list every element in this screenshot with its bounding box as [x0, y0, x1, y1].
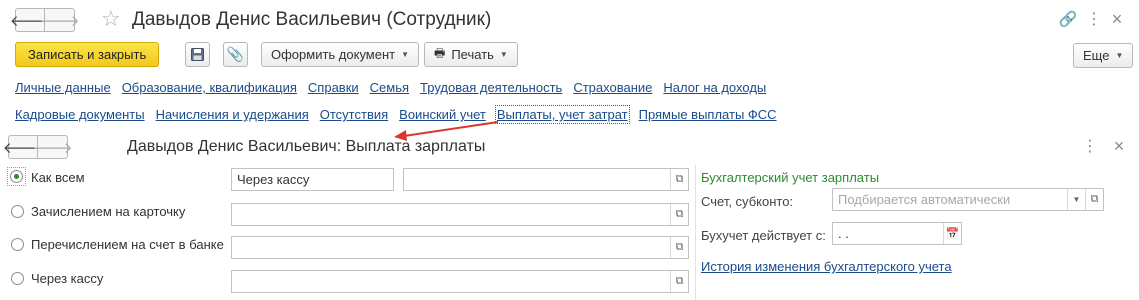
window-nav: 🡐 🡒 [10, 8, 80, 32]
payment-method-value: Через кассу [237, 172, 310, 187]
radio-option-cash[interactable] [11, 272, 24, 285]
link-income-tax[interactable]: Налог на доходы [663, 80, 766, 95]
printer-icon: 🖶 [434, 46, 446, 60]
effective-date-label: Бухучет действует с: [701, 228, 826, 243]
arrow-right-icon: 🡒 [39, 12, 80, 30]
bank-account-field[interactable]: ⧉ [231, 236, 689, 259]
attach-button[interactable]: 📎 [223, 42, 248, 67]
create-document-label: Оформить документ [271, 47, 396, 62]
chevron-down-icon: ▼ [1115, 51, 1124, 60]
radio-button[interactable] [10, 170, 23, 183]
annotation-arrow [394, 121, 499, 141]
effective-date-value: . . [838, 226, 849, 241]
save-and-close-label: Записать и закрыть [28, 47, 147, 62]
payment-place-field[interactable]: ⧉ [403, 168, 689, 191]
effective-date-field[interactable]: . . 📅 [832, 222, 962, 245]
open-icon[interactable]: ⧉ [1085, 189, 1103, 210]
print-label: Печать [451, 47, 494, 62]
link-absences[interactable]: Отсутствия [320, 107, 388, 122]
accounting-history-link[interactable]: История изменения бухгалтерского учета [701, 259, 952, 274]
cash-desk-field[interactable]: ⧉ [231, 270, 689, 293]
link-hr-documents[interactable]: Кадровые документы [15, 107, 145, 122]
payment-method-field[interactable]: Через кассу [231, 168, 394, 191]
link-payments-costs[interactable]: Выплаты, учет затрат [494, 105, 630, 124]
radio-label-as-everyone: Как всем [31, 170, 85, 185]
radio-option-card[interactable] [11, 205, 24, 218]
accounting-section-title: Бухгалтерский учет зарплаты [701, 170, 880, 185]
open-icon[interactable]: ⧉ [670, 204, 688, 225]
more-vertical-icon[interactable]: ⋮ [1086, 9, 1102, 29]
form-more-vertical-icon[interactable]: ⋮ [1082, 136, 1098, 156]
account-label: Счет, субконто: [701, 194, 794, 209]
link-fss-payments[interactable]: Прямые выплаты ФСС [639, 107, 777, 122]
forward-button[interactable]: 🡒 [39, 8, 80, 32]
link-personal-data[interactable]: Личные данные [15, 80, 111, 95]
open-icon[interactable]: ⧉ [670, 169, 688, 190]
window-title: Давыдов Денис Васильевич (Сотрудник) [132, 9, 492, 30]
favorite-star-icon[interactable]: ☆ [101, 8, 121, 30]
form-nav: 🡐 🡒 [3, 135, 73, 159]
radio-label-cash: Через кассу [31, 271, 104, 286]
chevron-down-icon[interactable]: ▼ [1067, 189, 1085, 210]
account-field[interactable]: Подбирается автоматически ▼ ⧉ [832, 188, 1104, 211]
link-education[interactable]: Образование, квалификация [122, 80, 297, 95]
arrow-right-icon: 🡒 [32, 139, 73, 157]
save-button[interactable] [185, 42, 210, 67]
form-forward-button[interactable]: 🡒 [32, 135, 73, 159]
paperclip-icon: 📎 [226, 46, 245, 62]
create-document-dropdown[interactable]: Оформить документ ▼ [261, 42, 420, 67]
link-insurance[interactable]: Страхование [573, 80, 652, 95]
radio-option-as-everyone[interactable] [7, 167, 26, 186]
chevron-down-icon: ▼ [499, 50, 508, 59]
account-placeholder: Подбирается автоматически [838, 192, 1011, 207]
link-accruals-deductions[interactable]: Начисления и удержания [156, 107, 309, 122]
link-work-history[interactable]: Трудовая деятельность [420, 80, 562, 95]
form-close-icon[interactable]: × [1111, 136, 1127, 156]
link-icon[interactable]: 🔗 [1058, 9, 1078, 29]
more-dropdown[interactable]: Еще ▼ [1073, 43, 1134, 68]
column-divider [695, 165, 696, 300]
floppy-disk-icon [191, 48, 204, 61]
save-and-close-button[interactable]: Записать и закрыть [15, 42, 160, 67]
print-dropdown[interactable]: 🖶 Печать ▼ [424, 42, 518, 67]
chevron-down-icon: ▼ [401, 50, 410, 59]
radio-label-card: Зачислением на карточку [31, 204, 186, 219]
card-field[interactable]: ⧉ [231, 203, 689, 226]
close-icon[interactable]: × [1109, 9, 1125, 29]
radio-label-bank: Перечислением на счет в банке [31, 237, 224, 252]
more-label: Еще [1083, 48, 1110, 63]
open-icon[interactable]: ⧉ [670, 237, 688, 258]
calendar-icon[interactable]: 📅 [943, 223, 961, 244]
link-family[interactable]: Семья [370, 80, 409, 95]
links-row-1: Личные данные Образование, квалификация … [15, 80, 766, 95]
link-certificates[interactable]: Справки [308, 80, 359, 95]
open-icon[interactable]: ⧉ [670, 271, 688, 292]
radio-option-bank[interactable] [11, 238, 24, 251]
